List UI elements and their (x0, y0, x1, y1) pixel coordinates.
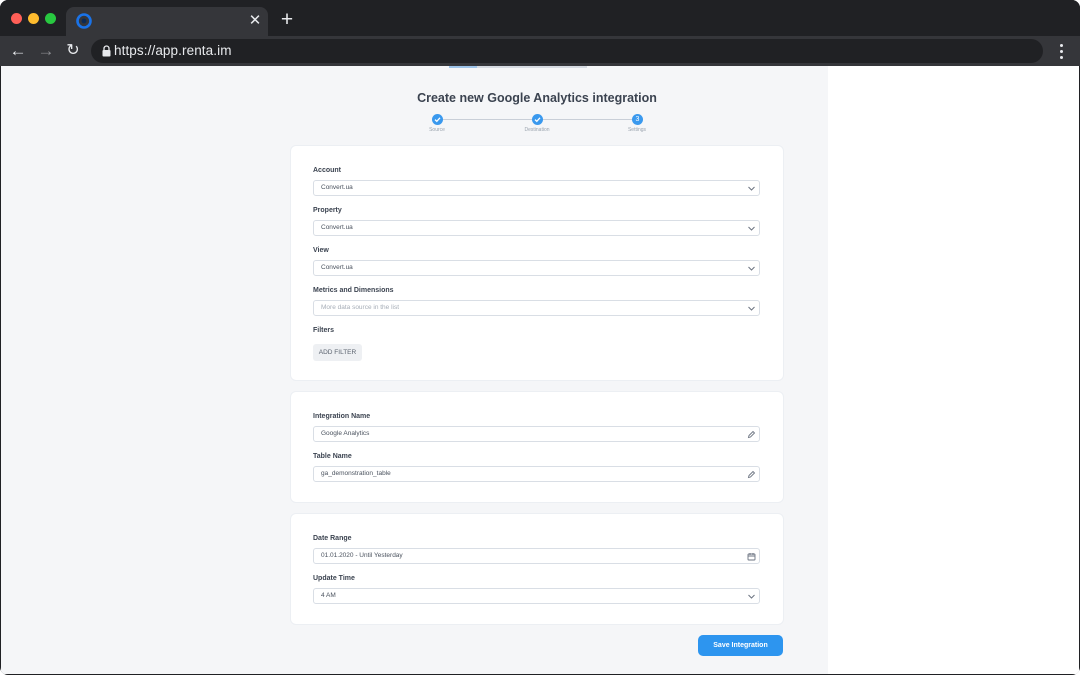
table-name-input[interactable]: ga_demonstration_table (313, 466, 760, 482)
view-label: View (313, 247, 329, 254)
pencil-icon (747, 430, 756, 439)
date-range-picker[interactable]: 01.01.2020 - Until Yesterday (313, 548, 760, 564)
maximize-window-button[interactable] (45, 13, 56, 24)
filters-label: Filters (313, 327, 335, 334)
account-select[interactable]: Convert.ua (313, 180, 760, 196)
forward-arrow-icon[interactable]: → (35, 40, 57, 62)
back-arrow-icon[interactable]: ← (7, 40, 29, 62)
table-name-label: Table Name (313, 453, 352, 460)
progress-line-accent (449, 66, 477, 68)
update-time-select[interactable]: 4 AM (313, 588, 760, 604)
chevron-down-icon (748, 186, 755, 191)
integration-name-value: Google Analytics (321, 430, 370, 437)
address-bar[interactable]: https://app.renta.im (91, 39, 1043, 63)
step-label-settings: Settings (627, 127, 647, 133)
update-time-value: 4 AM (321, 592, 336, 599)
view-value: Convert.ua (321, 264, 353, 271)
metrics-select[interactable]: More data source in the list (313, 300, 760, 316)
browser-toolbar: ← → ↻ https://app.renta.im (0, 36, 1080, 66)
source-settings-card: Account Convert.ua Property Convert.ua V… (291, 146, 783, 380)
pencil-icon (747, 470, 756, 479)
integration-name-label: Integration Name (313, 413, 371, 420)
step-label-source: Source (429, 127, 445, 133)
page-title: Create new Google Analytics integration (417, 91, 657, 105)
url-text: https://app.renta.im (114, 43, 232, 58)
property-select[interactable]: Convert.ua (313, 220, 760, 236)
chevron-down-icon (748, 226, 755, 231)
close-window-button[interactable] (11, 13, 22, 24)
step-source-check-icon (432, 114, 443, 125)
property-value: Convert.ua (321, 224, 353, 231)
browser-menu-icon[interactable] (1052, 40, 1070, 62)
step-destination-check-icon (532, 114, 543, 125)
renta-logo-icon (76, 13, 92, 29)
save-integration-button[interactable]: Save Integration (698, 635, 783, 656)
step-label-destination: Destination (524, 127, 550, 133)
minimize-window-button[interactable] (28, 13, 39, 24)
browser-window: ✕ + ← → ↻ https://app.renta.im Create ne… (0, 0, 1080, 675)
calendar-icon (747, 553, 756, 561)
naming-card: Integration Name Google Analytics Table … (291, 392, 783, 502)
property-label: Property (313, 207, 342, 214)
lock-icon (102, 45, 111, 57)
date-range-label: Date Range (313, 535, 352, 542)
account-value: Convert.ua (321, 184, 353, 191)
browser-tab[interactable]: ✕ (66, 7, 268, 36)
add-filter-button[interactable]: ADD FILTER (313, 344, 362, 361)
chevron-down-icon (748, 594, 755, 599)
schedule-card: Date Range 01.01.2020 - Until Yesterday … (291, 514, 783, 624)
view-select[interactable]: Convert.ua (313, 260, 760, 276)
tab-strip: ✕ + (0, 0, 1080, 36)
date-range-value: 01.01.2020 - Until Yesterday (321, 552, 403, 559)
table-name-value: ga_demonstration_table (321, 470, 391, 477)
new-tab-icon[interactable]: + (278, 9, 296, 31)
tab-close-icon[interactable]: ✕ (248, 12, 262, 30)
metrics-label: Metrics and Dimensions (313, 287, 394, 294)
chevron-down-icon (748, 266, 755, 271)
update-time-label: Update Time (313, 575, 355, 582)
metrics-placeholder: More data source in the list (321, 304, 400, 311)
reload-icon[interactable]: ↻ (62, 40, 84, 62)
page-viewport: Create new Google Analytics integration … (1, 66, 1079, 674)
integration-name-input[interactable]: Google Analytics (313, 426, 760, 442)
chevron-down-icon (748, 306, 755, 311)
account-label: Account (313, 167, 341, 174)
step-settings-number: 3 (632, 114, 643, 125)
right-panel (828, 66, 1079, 674)
